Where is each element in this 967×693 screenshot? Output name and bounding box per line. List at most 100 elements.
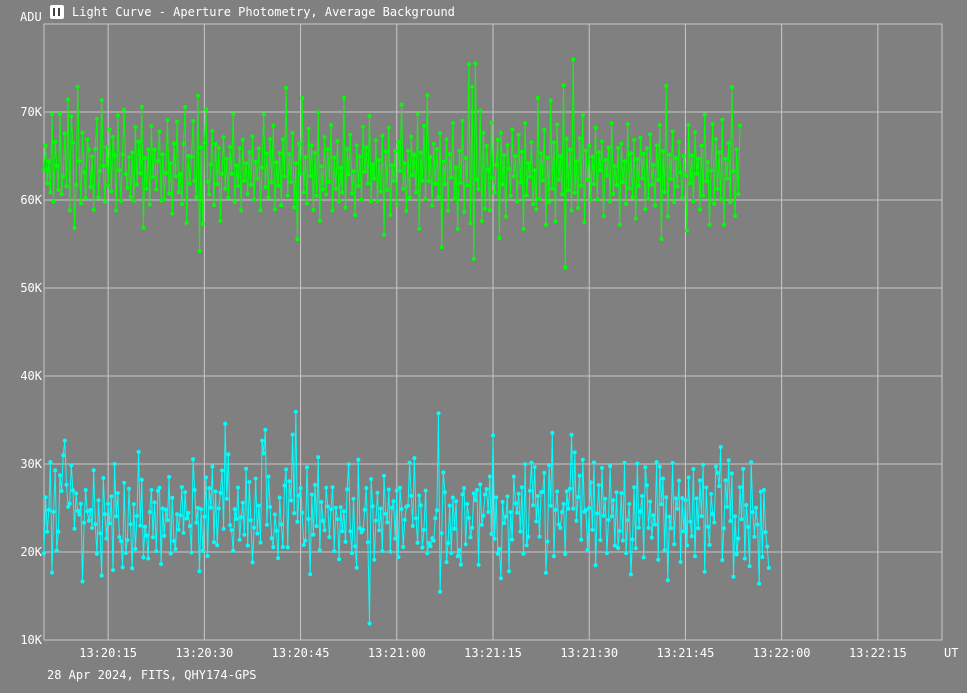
- data-point: [207, 486, 212, 491]
- data-point: [133, 547, 138, 551]
- data-point: [590, 154, 595, 159]
- data-point: [508, 510, 513, 515]
- data-point: [519, 149, 524, 154]
- data-point: [750, 510, 755, 514]
- data-point: [657, 123, 662, 127]
- data-point: [484, 487, 489, 492]
- data-point: [242, 532, 247, 537]
- data-point: [372, 176, 377, 181]
- data-point: [75, 508, 80, 513]
- data-point: [418, 503, 423, 508]
- data-point: [61, 453, 66, 458]
- data-point: [556, 522, 561, 527]
- data-point: [516, 132, 521, 137]
- data-point: [327, 535, 332, 540]
- data-point: [67, 501, 72, 506]
- data-point: [78, 501, 83, 506]
- data-point: [640, 176, 645, 181]
- data-point: [738, 485, 742, 490]
- data-point: [224, 496, 229, 501]
- data-point: [280, 137, 285, 142]
- series-line: [43, 411, 770, 624]
- data-point: [656, 557, 661, 562]
- data-point: [220, 171, 224, 176]
- x-tick-label: 13:22:00: [753, 646, 811, 660]
- data-point: [176, 190, 181, 195]
- data-point: [617, 529, 622, 533]
- data-point: [742, 556, 747, 561]
- data-point: [633, 546, 638, 551]
- data-point: [391, 499, 396, 504]
- data-point: [239, 515, 244, 520]
- data-point: [491, 433, 495, 438]
- data-point: [593, 125, 598, 130]
- data-point: [240, 137, 245, 142]
- data-point: [91, 468, 96, 473]
- data-point: [430, 203, 435, 208]
- data-point: [218, 490, 223, 495]
- data-point: [725, 176, 730, 181]
- data-point: [98, 531, 103, 536]
- data-point: [624, 201, 629, 206]
- data-point: [486, 167, 491, 172]
- data-point: [171, 539, 176, 543]
- data-point: [197, 569, 202, 574]
- data-point: [151, 174, 155, 179]
- light-curve-app-icon[interactable]: [50, 5, 64, 19]
- data-point: [313, 482, 317, 487]
- data-point: [646, 196, 651, 201]
- data-point: [341, 95, 346, 100]
- data-point: [564, 489, 569, 494]
- chart-series: [42, 57, 771, 626]
- data-point: [648, 499, 653, 504]
- data-point: [341, 509, 346, 514]
- y-tick-label: 30K: [20, 457, 42, 471]
- data-point: [401, 545, 406, 549]
- data-point: [349, 551, 354, 556]
- data-point: [205, 179, 210, 184]
- data-point: [125, 185, 130, 190]
- data-point: [465, 502, 470, 506]
- data-point: [561, 83, 566, 88]
- data-point: [479, 218, 484, 223]
- data-point: [402, 161, 407, 166]
- data-point: [216, 506, 221, 511]
- data-point: [311, 532, 316, 537]
- data-point: [609, 514, 614, 519]
- data-point: [689, 153, 694, 158]
- x-tick-label: 13:22:15: [849, 646, 907, 660]
- data-point: [388, 549, 393, 554]
- data-point: [648, 132, 653, 137]
- data-point: [697, 207, 702, 212]
- data-point: [122, 480, 127, 485]
- data-point: [311, 207, 316, 212]
- data-point: [69, 463, 74, 468]
- data-point: [725, 504, 730, 509]
- data-point: [596, 483, 601, 488]
- data-point: [377, 528, 382, 533]
- data-point: [592, 182, 596, 187]
- data-point: [226, 452, 231, 457]
- data-point: [72, 226, 77, 230]
- data-point: [282, 483, 287, 488]
- data-point: [356, 457, 361, 462]
- data-point: [332, 155, 337, 160]
- data-point: [268, 505, 273, 509]
- data-point: [543, 222, 548, 227]
- x-tick-label: 13:21:00: [368, 646, 426, 660]
- data-point: [426, 179, 431, 184]
- data-point: [106, 501, 111, 506]
- data-point: [127, 486, 131, 491]
- data-point: [433, 181, 438, 186]
- data-point: [454, 165, 459, 170]
- data-point: [107, 127, 112, 132]
- data-point: [592, 460, 596, 465]
- data-point: [186, 511, 191, 515]
- data-point: [471, 491, 476, 496]
- data-point: [189, 550, 194, 555]
- data-point: [151, 535, 155, 540]
- data-point: [48, 460, 53, 464]
- data-point: [388, 212, 393, 217]
- data-point: [117, 535, 122, 540]
- data-point: [370, 504, 375, 509]
